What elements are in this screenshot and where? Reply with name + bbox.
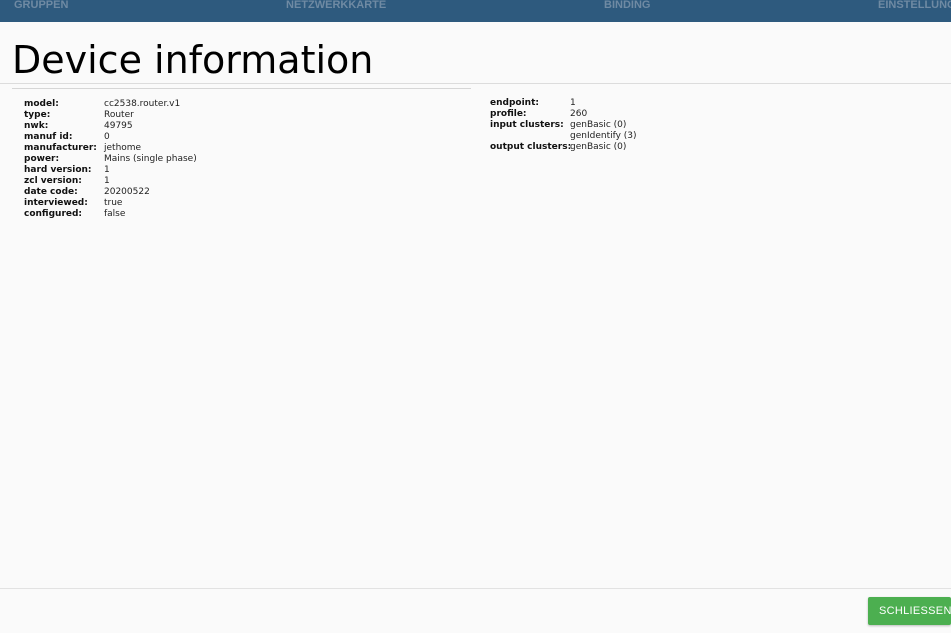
info-row-date-code: date code: 20200522 (24, 187, 197, 198)
info-label: manufacturer: (24, 143, 97, 153)
tab-einstellung[interactable]: EINSTELLUNG (878, 0, 951, 11)
info-row-manuf-id: manuf id: 0 (24, 132, 197, 143)
info-row-interviewed: interviewed: true (24, 198, 197, 209)
info-value: genBasic (0) (570, 120, 627, 130)
info-row-type: type: Router (24, 110, 197, 121)
info-value: Mains (single phase) (104, 154, 197, 164)
info-value: 0 (104, 132, 110, 142)
info-label: configured: (24, 209, 83, 219)
input-clusters-row: input clusters: genBasic (0) (490, 120, 637, 131)
info-label: model: (24, 99, 59, 109)
info-value: 1 (104, 176, 110, 186)
info-label-empty (490, 131, 570, 142)
info-value: 1 (570, 98, 576, 108)
info-label: zcl version: (24, 176, 82, 186)
info-value: Router (104, 110, 134, 120)
input-clusters-row-2: genIdentify (3) (490, 131, 637, 142)
info-label: hard version: (24, 165, 92, 175)
footer-divider (0, 588, 951, 589)
close-button[interactable]: SCHLIESSEN (868, 597, 951, 625)
info-row-manufacturer: manufacturer: jethome (24, 143, 197, 154)
title-divider (0, 83, 951, 84)
top-nav-bar: GRUPPEN NETZWERKKARTE BINDING EINSTELLUN… (0, 0, 951, 22)
info-value: 1 (104, 165, 110, 175)
info-value: 260 (570, 109, 588, 119)
info-label: type: (24, 110, 51, 120)
info-label: profile: (490, 109, 527, 119)
info-label: date code: (24, 187, 78, 197)
info-label: output clusters: (490, 142, 572, 152)
info-row-power: power: Mains (single phase) (24, 154, 197, 165)
info-label: interviewed: (24, 198, 88, 208)
tab-binding[interactable]: BINDING (604, 0, 650, 11)
info-row-configured: configured: false (24, 209, 197, 220)
info-label: endpoint: (490, 98, 539, 108)
info-value: 49795 (104, 121, 133, 131)
info-label: input clusters: (490, 120, 564, 130)
info-value: cc2538.router.v1 (104, 99, 181, 109)
profile-row: profile: 260 (490, 109, 637, 120)
endpoint-info-list: endpoint: 1 profile: 260 input clusters:… (490, 98, 637, 153)
info-value: genIdentify (3) (570, 131, 637, 141)
info-value: true (104, 198, 123, 208)
info-row-nwk: nwk: 49795 (24, 121, 197, 132)
tab-gruppen[interactable]: GRUPPEN (14, 0, 68, 11)
endpoint-row: endpoint: 1 (490, 98, 637, 109)
info-row-zcl-version: zcl version: 1 (24, 176, 197, 187)
output-clusters-row: output clusters: genBasic (0) (490, 142, 637, 153)
info-row-model: model: cc2538.router.v1 (24, 99, 197, 110)
info-value: jethome (104, 143, 142, 153)
info-value: genBasic (0) (570, 142, 627, 152)
info-label: manuf id: (24, 132, 73, 142)
info-divider (12, 88, 471, 89)
info-value: false (104, 209, 126, 219)
info-label: power: (24, 154, 60, 164)
dialog-title: Device information (12, 38, 374, 82)
tab-netzwerkkarte[interactable]: NETZWERKKARTE (286, 0, 386, 11)
info-label: nwk: (24, 121, 49, 131)
info-row-hard-version: hard version: 1 (24, 165, 197, 176)
info-value: 20200522 (104, 187, 150, 197)
device-info-list: model: cc2538.router.v1 type: Router nwk… (24, 99, 197, 220)
